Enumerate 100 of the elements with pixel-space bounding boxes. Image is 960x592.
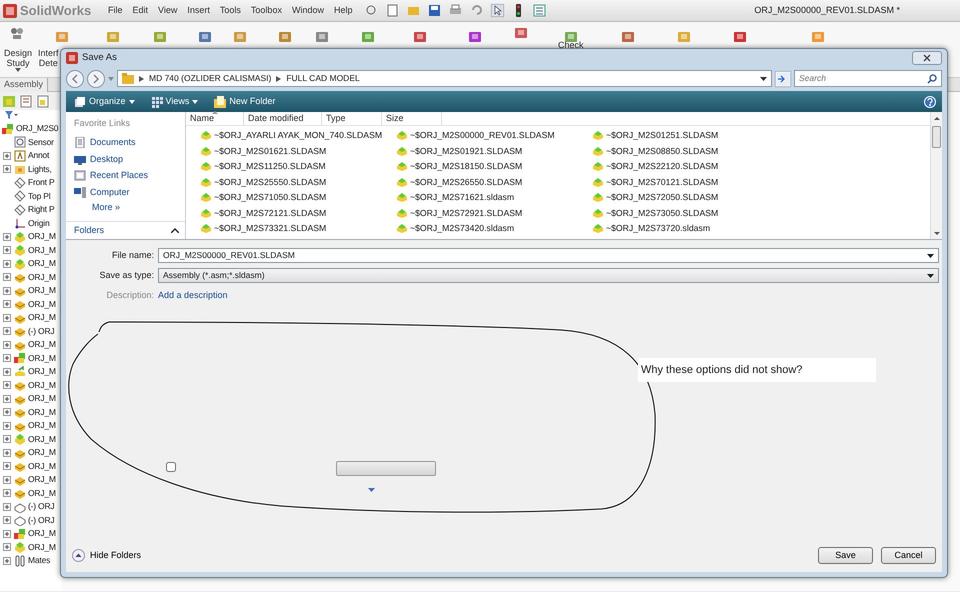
- tree-item[interactable]: Annot: [0, 149, 62, 162]
- expand-icon[interactable]: [3, 354, 11, 362]
- tree-item[interactable]: ORJ_M: [0, 540, 62, 554]
- tree-item[interactable]: ORJ_M: [0, 298, 62, 311]
- tree-item[interactable]: ORJ_M: [0, 486, 62, 500]
- breadcrumb-item[interactable]: MD 740 (OZLIDER CALISMASI): [149, 72, 272, 86]
- save-icon[interactable]: [428, 4, 442, 17]
- column-header[interactable]: Name: [186, 112, 244, 125]
- ribbon-tool-icon[interactable]: [198, 30, 212, 44]
- filter-icon[interactable]: [4, 110, 18, 120]
- ribbon-button[interactable]: Check: [558, 40, 584, 50]
- tree-item[interactable]: ORJ_M: [0, 284, 62, 298]
- menu-item[interactable]: Edit: [128, 4, 154, 18]
- toolbar-button[interactable]: New Folder: [212, 94, 278, 108]
- tree-item[interactable]: Mates: [0, 554, 62, 568]
- search-field[interactable]: Search: [799, 72, 927, 86]
- ribbon-tool-icon[interactable]: [278, 30, 292, 44]
- tree-item[interactable]: ORJ_M: [0, 446, 62, 460]
- forward-button[interactable]: [87, 70, 105, 88]
- ribbon-tool-icon[interactable]: [468, 30, 482, 44]
- file-list-entry[interactable]: ~$ORJ_M2S73321.SLDASM: [200, 221, 396, 236]
- toolbar-button[interactable]: Views: [148, 94, 200, 108]
- expand-icon[interactable]: [3, 260, 11, 268]
- nav-link[interactable]: Recent Places: [74, 168, 185, 184]
- nav-link[interactable]: Documents: [74, 134, 185, 151]
- expand-icon[interactable]: [3, 422, 11, 430]
- file-list-entry[interactable]: ~$ORJ_AYARLI AYAK_MON_740.SLDASM: [200, 128, 396, 144]
- tree-item[interactable]: Right P: [0, 203, 62, 216]
- back-button[interactable]: [66, 70, 84, 88]
- checkbox[interactable]: [166, 462, 176, 472]
- dialog-button[interactable]: Save: [818, 547, 873, 564]
- tree-item[interactable]: ORJ_M: [0, 378, 62, 392]
- property-tab-icon[interactable]: [19, 95, 33, 108]
- tree-item[interactable]: Sensor: [0, 136, 62, 149]
- tree-item[interactable]: ORJ_M: [0, 460, 62, 473]
- expand-icon[interactable]: [3, 300, 11, 308]
- file-name-field[interactable]: ORJ_M2S00000_REV01.SLDASM: [158, 248, 939, 263]
- tree-item[interactable]: ORJ_M: [0, 406, 62, 419]
- expand-icon[interactable]: [3, 462, 11, 470]
- scroll-thumb[interactable]: [932, 126, 941, 148]
- scroll-down-icon[interactable]: [934, 232, 940, 235]
- expand-icon[interactable]: [3, 381, 11, 390]
- close-button[interactable]: [912, 50, 942, 65]
- description-link[interactable]: Add a description: [158, 288, 228, 302]
- nav-link[interactable]: Computer: [74, 184, 185, 200]
- expand-icon[interactable]: [3, 368, 11, 376]
- file-list-entry[interactable]: ~$ORJ_M2S22120.SLDASM: [592, 159, 788, 174]
- select-arrow-icon[interactable]: [491, 4, 504, 17]
- file-list-entry[interactable]: ~$ORJ_M2S70121.SLDASM: [592, 174, 788, 190]
- expand-icon[interactable]: [3, 516, 11, 524]
- toolbar-button[interactable]: Organize: [72, 94, 137, 108]
- expand-icon[interactable]: [3, 394, 11, 403]
- configuration-tab-icon[interactable]: [36, 95, 50, 108]
- more-link[interactable]: More »: [74, 200, 185, 216]
- nav-link[interactable]: Desktop: [74, 151, 185, 168]
- address-bar[interactable]: MD 740 (OZLIDER CALISMASI) FULL CAD MODEL: [117, 70, 772, 88]
- tree-item[interactable]: ORJ_M2S0: [0, 122, 62, 136]
- expand-icon[interactable]: [3, 435, 11, 444]
- expand-icon[interactable]: [3, 327, 11, 336]
- expand-icon[interactable]: [3, 286, 11, 295]
- expand-icon[interactable]: [3, 543, 11, 552]
- file-list-entry[interactable]: ~$ORJ_M2S11250.SLDASM: [200, 159, 396, 174]
- file-list-entry[interactable]: ~$ORJ_M2S72050.SLDASM: [592, 190, 788, 206]
- expand-icon[interactable]: [3, 408, 11, 416]
- hide-folders-button[interactable]: Hide Folders: [72, 548, 142, 562]
- column-header[interactable]: Type: [322, 112, 382, 125]
- menu-item[interactable]: File: [103, 4, 128, 18]
- file-list-entry[interactable]: ~$ORJ_M2S73720.sldasm: [592, 221, 788, 236]
- tree-item[interactable]: (-) ORJ: [0, 514, 62, 527]
- print-icon[interactable]: [449, 4, 462, 17]
- refresh-icon[interactable]: [775, 70, 791, 87]
- expand-icon[interactable]: [3, 273, 11, 282]
- tree-item[interactable]: Lights,: [0, 162, 62, 176]
- file-list-entry[interactable]: ~$ORJ_M2S71050.SLDASM: [200, 190, 396, 206]
- ribbon-tool-icon[interactable]: [514, 26, 528, 40]
- ribbon-button[interactable]: Interf Dete: [38, 48, 59, 68]
- ribbon-tool-icon[interactable]: [733, 30, 747, 44]
- menu-item[interactable]: Tools: [214, 4, 246, 18]
- expand-icon[interactable]: [3, 448, 11, 457]
- options-list-icon[interactable]: [533, 4, 546, 17]
- menu-item[interactable]: View: [153, 4, 182, 18]
- menu-item[interactable]: Toolbox: [246, 4, 287, 18]
- folders-toggle[interactable]: Folders: [66, 221, 185, 239]
- file-type-dropdown[interactable]: Assembly (*.asm;*.sldasm): [158, 268, 939, 283]
- new-document-icon[interactable]: [386, 4, 400, 17]
- column-header[interactable]: Size: [382, 112, 442, 125]
- ribbon-tool-icon[interactable]: [361, 30, 375, 44]
- expand-icon[interactable]: [3, 232, 11, 241]
- expand-icon[interactable]: [3, 556, 11, 565]
- file-list-entry[interactable]: ~$ORJ_M2S25550.SLDASM: [200, 174, 396, 190]
- column-header[interactable]: Date modified: [244, 112, 322, 125]
- file-list-entry[interactable]: ~$ORJ_M2S01251.SLDASM: [592, 128, 788, 144]
- breadcrumb-item[interactable]: FULL CAD MODEL: [286, 72, 360, 86]
- expand-icon[interactable]: [3, 502, 11, 511]
- file-list-entry[interactable]: ~$ORJ_M2S00000_REV01.SLDASM: [396, 128, 592, 144]
- expand-icon[interactable]: [3, 314, 11, 322]
- file-list-entry[interactable]: ~$ORJ_M2S73050.SLDASM: [592, 206, 788, 221]
- ribbon-tool-icon[interactable]: [621, 30, 635, 44]
- menu-item[interactable]: Insert: [182, 4, 215, 18]
- tree-item[interactable]: ORJ_M: [0, 230, 62, 244]
